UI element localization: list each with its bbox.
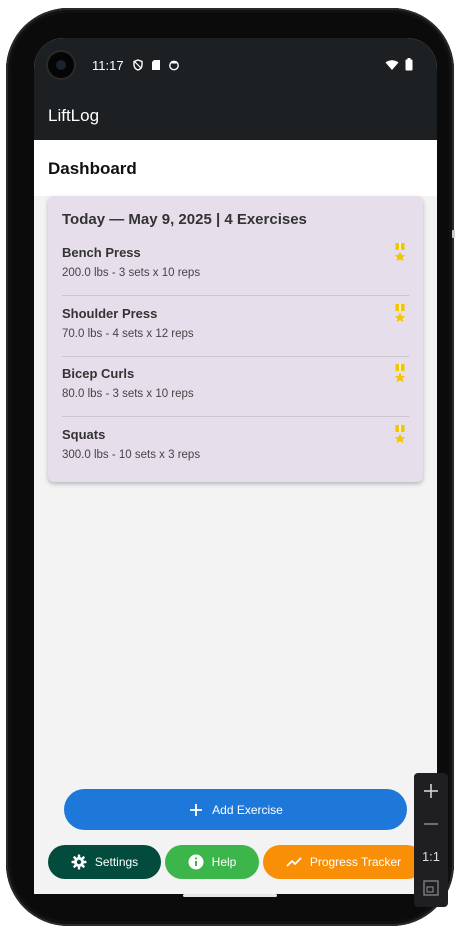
medal-icon: [394, 304, 406, 323]
add-exercise-label: Add Exercise: [212, 802, 283, 817]
zoom-in-icon[interactable]: [414, 781, 448, 801]
exercise-detail: 200.0 lbs - 3 sets x 10 reps: [62, 267, 201, 279]
progress-tracker-label: Progress Tracker: [309, 855, 402, 869]
exercise-name: Bicep Curls: [62, 366, 135, 381]
exercise-name: Shoulder Press: [62, 306, 158, 321]
exercise-item[interactable]: Squats 300.0 lbs - 10 sets x 3 reps: [62, 425, 409, 487]
divider: [62, 295, 409, 296]
fit-screen-icon[interactable]: [414, 878, 448, 898]
trending-up-icon: [286, 857, 302, 867]
side-button: [452, 230, 455, 238]
exercise-item[interactable]: Bicep Curls 80.0 lbs - 3 sets x 10 reps: [62, 364, 409, 426]
wifi-icon: [385, 59, 399, 70]
settings-label: Settings: [94, 855, 139, 869]
page-title: Dashboard: [48, 159, 137, 178]
page-header: Dashboard: [34, 140, 437, 196]
divider: [62, 416, 409, 417]
exercise-detail: 70.0 lbs - 4 sets x 12 reps: [62, 328, 194, 340]
app-screen: 11:17 LiftLog Dashboard Today — May 9, 2…: [34, 38, 437, 894]
divider: [62, 356, 409, 357]
zoom-controls: 1:1: [414, 773, 448, 907]
app-title: LiftLog: [48, 106, 100, 125]
exercise-item[interactable]: Shoulder Press 70.0 lbs - 4 sets x 12 re…: [62, 304, 409, 366]
info-icon: [188, 854, 204, 870]
help-label: Help: [211, 855, 237, 869]
vpn-icon: [133, 59, 143, 71]
medal-icon: [394, 364, 406, 383]
plus-icon: [190, 803, 203, 816]
sd-card-icon: [152, 60, 160, 70]
system-icons: [385, 58, 413, 71]
home-indicator[interactable]: [183, 894, 277, 897]
medal-icon: [394, 425, 406, 444]
exercise-name: Bench Press: [62, 245, 141, 260]
medal-icon: [394, 243, 406, 262]
exercise-detail: 80.0 lbs - 3 sets x 10 reps: [62, 388, 194, 400]
today-card: Today — May 9, 2025 | 4 Exercises Bench …: [48, 196, 423, 482]
camera-icon: [48, 52, 74, 78]
exercise-detail: 300.0 lbs - 10 sets x 3 reps: [62, 449, 201, 461]
gear-icon: [71, 854, 87, 870]
phone-frame: 11:17 LiftLog Dashboard Today — May 9, 2…: [6, 8, 454, 926]
battery-icon: [405, 58, 413, 71]
status-icons: [132, 59, 180, 71]
progress-tracker-button[interactable]: Progress Tracker: [263, 845, 424, 879]
zoom-ratio[interactable]: 1:1: [414, 849, 448, 864]
today-card-title: Today — May 9, 2025 | 4 Exercises: [62, 211, 307, 228]
status-time: 11:17: [92, 58, 124, 73]
zoom-out-icon[interactable]: [414, 814, 448, 834]
exercise-item[interactable]: Bench Press 200.0 lbs - 3 sets x 10 reps: [62, 243, 409, 305]
face-icon: [169, 60, 179, 71]
help-button[interactable]: Help: [165, 845, 259, 879]
app-bar: LiftLog: [34, 94, 437, 140]
exercise-name: Squats: [62, 427, 106, 442]
add-exercise-button[interactable]: Add Exercise: [64, 789, 407, 830]
settings-button[interactable]: Settings: [48, 845, 161, 879]
status-bar: 11:17: [34, 38, 437, 94]
